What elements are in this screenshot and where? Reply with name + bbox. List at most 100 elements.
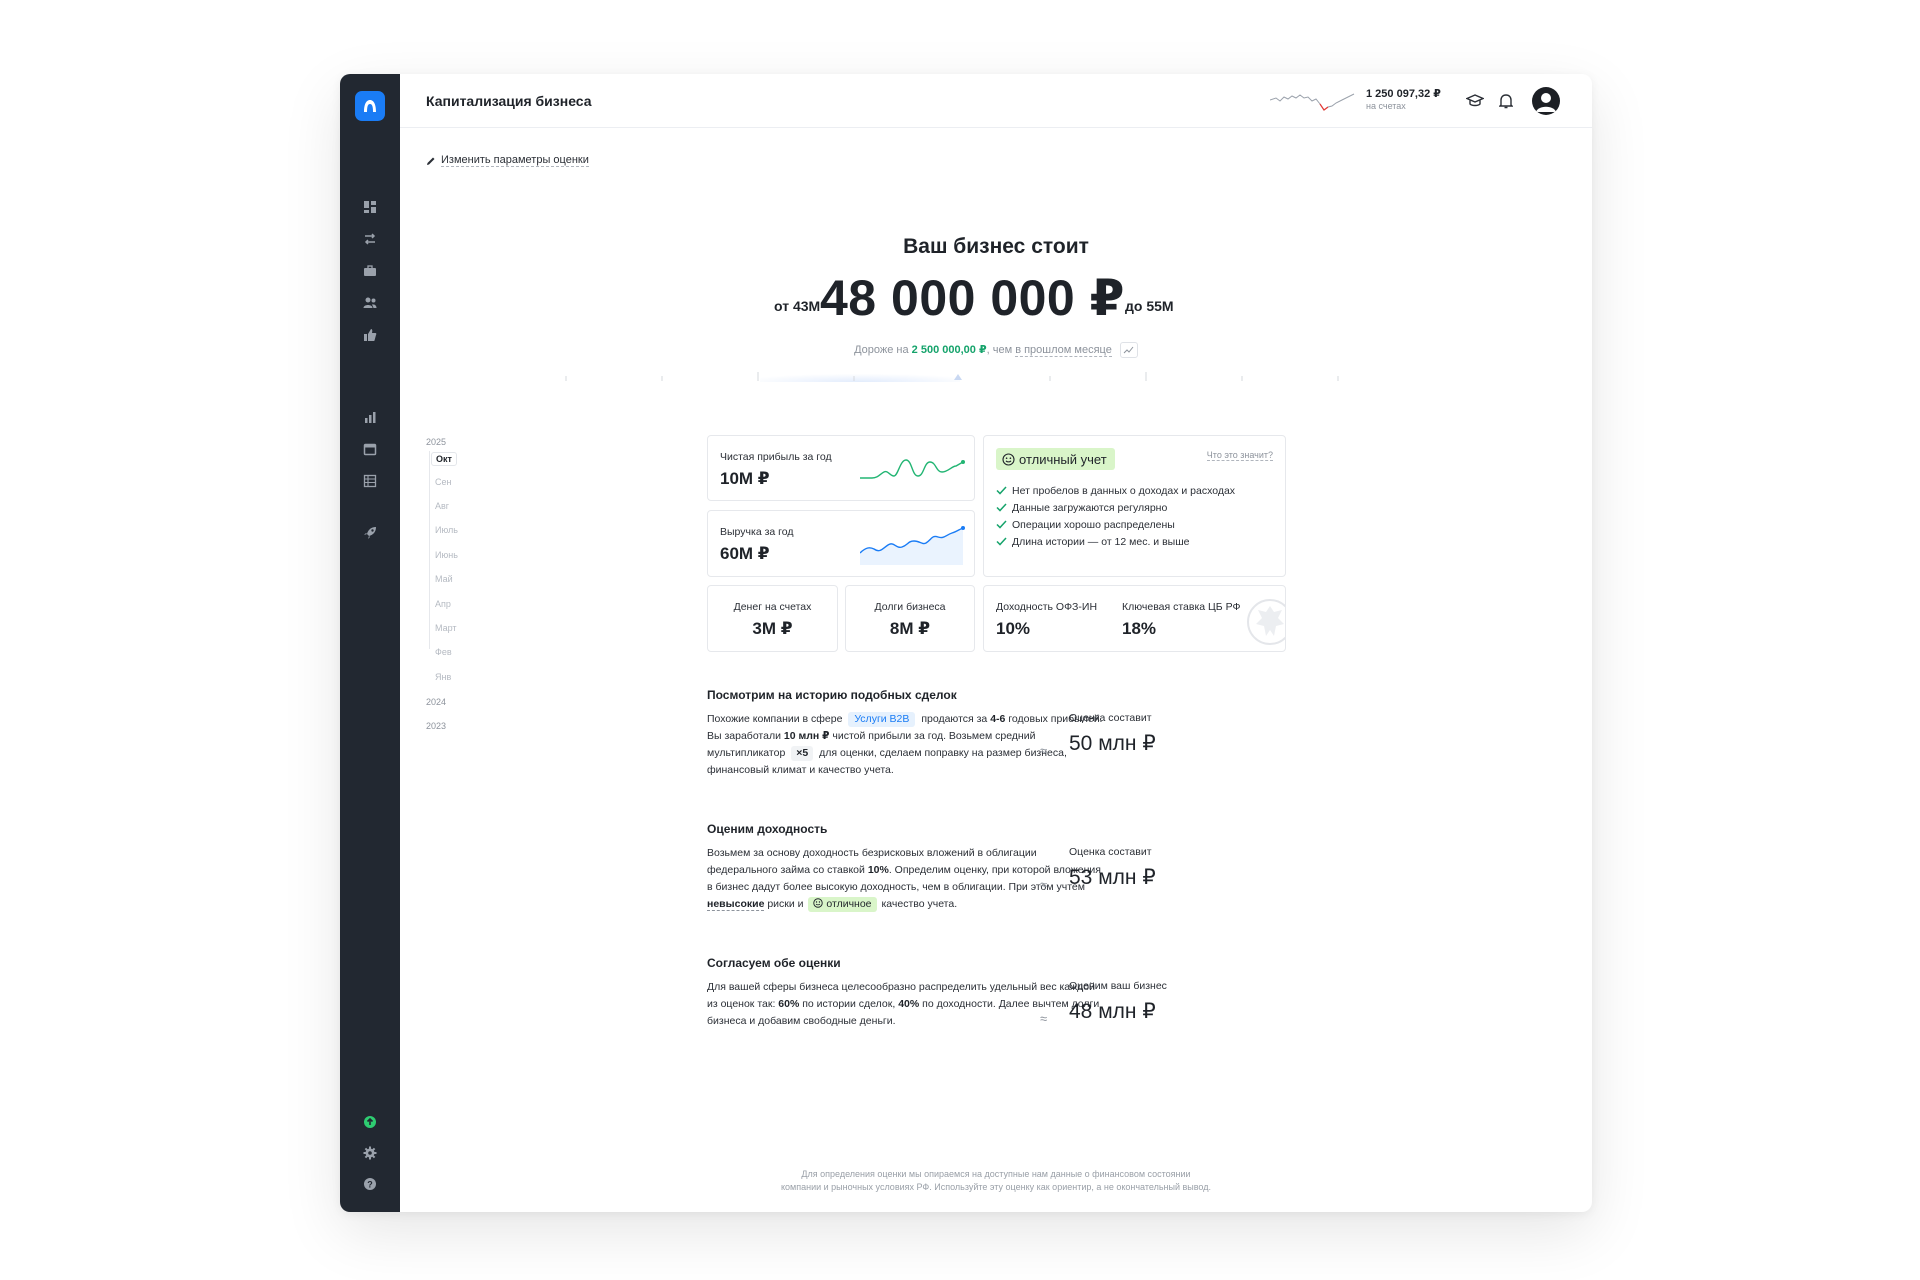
delta-mid: , чем — [986, 343, 1013, 356]
yield-section: Оценим доходность Возьмем за основу дохо… — [707, 822, 1187, 913]
check-item: Нет пробелов в данных о доходах и расход… — [996, 482, 1235, 499]
table-icon[interactable] — [361, 472, 379, 490]
bell-icon[interactable] — [1495, 90, 1517, 112]
pencil-icon — [427, 157, 435, 165]
valuation-row: от 43М 48 000 000 ₽ до 55М — [400, 269, 1592, 329]
yield-title: Оценим доходность — [707, 822, 828, 836]
check-icon — [996, 537, 1007, 546]
edit-params-link[interactable]: Изменить параметры оценки — [426, 154, 589, 167]
balance-amount[interactable]: 1 250 097,32 ₽ — [1366, 87, 1441, 100]
net-profit-value: 10М ₽ — [720, 469, 770, 488]
year-2025[interactable]: 2025 — [426, 437, 446, 447]
ofz-value: 10% — [996, 619, 1031, 638]
briefcase-icon[interactable] — [361, 262, 379, 280]
thumbs-up-icon[interactable] — [361, 326, 379, 344]
check-item: Длина истории — от 12 мес. и выше — [996, 533, 1235, 550]
net-profit-card[interactable]: Чистая прибыль за год 10М ₽ — [707, 435, 975, 501]
month-apr[interactable]: Апр — [435, 599, 451, 609]
education-icon[interactable] — [1464, 90, 1486, 112]
revenue-card[interactable]: Выручка за год 60М ₽ — [707, 510, 975, 577]
year-2023[interactable]: 2023 — [426, 721, 446, 731]
month-aug[interactable]: Авг — [435, 501, 449, 511]
what-is-it-link[interactable]: Что это значит? — [1206, 450, 1273, 461]
disclaimer-line-1: Для определения оценки мы опираемся на д… — [801, 1169, 1191, 1179]
month-jan[interactable]: Янв — [435, 672, 451, 682]
combine-title: Согласуем обе оценки — [707, 956, 841, 970]
bar-chart-icon[interactable] — [361, 408, 379, 426]
check-item: Операции хорошо распределены — [996, 516, 1235, 533]
valuation-scale[interactable] — [460, 360, 1510, 382]
smile-icon — [813, 898, 824, 908]
sidebar: ? — [340, 74, 400, 1212]
delta-prefix: Дороже на — [854, 343, 909, 356]
top-bar: Капитализация бизнеса 1 250 097,32 ₽ на … — [400, 74, 1592, 128]
key-rate-label: Ключевая ставка ЦБ РФ — [1122, 601, 1241, 613]
yield-estimate-value: 53 млн ₽ — [1069, 866, 1156, 889]
combine-section: Согласуем обе оценки Для вашей сферы биз… — [707, 956, 1187, 1030]
multiplier-tag[interactable]: ×5 — [791, 746, 814, 761]
check-item-label: Длина истории — от 12 мес. и выше — [1012, 535, 1190, 548]
check-item-label: Операции хорошо распределены — [1012, 518, 1175, 531]
delta-value: 2 500 000,00 ₽ — [911, 343, 987, 356]
deals-title: Посмотрим на историю подобных сделок — [707, 688, 957, 702]
revenue-value: 60М ₽ — [720, 544, 770, 563]
balance-sparkline[interactable] — [1270, 86, 1356, 116]
risk-level-link[interactable]: невысокие — [707, 898, 765, 911]
trend-icon — [1123, 346, 1134, 354]
check-item-label: Данные загружаются регулярно — [1012, 501, 1168, 514]
debt-card[interactable]: Долги бизнеса 8М ₽ — [845, 585, 975, 652]
combine-estimate-value: 48 млн ₽ — [1069, 1000, 1156, 1023]
net-profit-sparkline — [860, 459, 965, 479]
valuation-heading: Ваш бизнес стоит — [903, 235, 1089, 258]
rates-card[interactable]: Доходность ОФЗ-ИН 10% Ключевая ставка ЦБ… — [983, 585, 1286, 652]
app-logo[interactable] — [355, 91, 385, 121]
avatar[interactable] — [1532, 87, 1560, 115]
month-feb[interactable]: Фев — [435, 647, 452, 657]
ofz-label: Доходность ОФЗ-ИН — [996, 601, 1098, 613]
rocket-icon[interactable] — [361, 524, 379, 542]
valuation-min: от 43М — [774, 298, 821, 314]
approx-sign: ≈ — [1040, 877, 1048, 892]
balance-caption: на счетах — [1366, 101, 1406, 111]
cash-label: Денег на счетах — [733, 601, 812, 613]
calendar-icon[interactable] — [361, 440, 379, 458]
month-oct[interactable]: Окт — [431, 452, 457, 466]
yield-text-4: качество учета. — [881, 898, 958, 910]
dashboard-icon[interactable] — [361, 198, 379, 216]
disclaimer: Для определения оценки мы опираемся на д… — [400, 1168, 1592, 1194]
valuation-amount: 48 000 000 ₽ — [820, 270, 1125, 326]
help-icon[interactable]: ? — [361, 1175, 379, 1193]
transfers-icon[interactable] — [361, 230, 379, 248]
check-icon — [996, 486, 1007, 495]
yield-text-3: риски и — [767, 898, 804, 910]
yield-estimate-label: Оценка составит — [1069, 846, 1152, 858]
quality-badge: отличный учет — [996, 448, 1115, 470]
month-jul[interactable]: Июль — [435, 525, 458, 535]
combine-estimate-label: Оценим ваш бизнес — [1069, 980, 1167, 992]
month-jun[interactable]: Июнь — [435, 550, 458, 560]
month-sep[interactable]: Сен — [435, 477, 451, 487]
gear-icon[interactable] — [361, 1144, 379, 1162]
people-icon[interactable] — [361, 294, 379, 312]
smile-icon — [1002, 452, 1015, 466]
main-content: Капитализация бизнеса 1 250 097,32 ₽ на … — [400, 74, 1592, 1212]
combine-weight-deals: 60% — [778, 998, 800, 1010]
timeline-line — [429, 451, 430, 649]
debt-value: 8М ₽ — [889, 619, 931, 638]
month-may[interactable]: Май — [435, 574, 453, 584]
month-mar[interactable]: Март — [435, 623, 457, 633]
year-2024[interactable]: 2024 — [426, 697, 446, 707]
cbr-emblem-icon — [1247, 599, 1285, 645]
svg-text:?: ? — [367, 1179, 373, 1189]
industry-tag[interactable]: Услуги B2B — [848, 712, 916, 727]
quality-inline-label: отличное — [826, 898, 872, 910]
quality-inline-tag[interactable]: отличное — [808, 897, 877, 912]
trend-chart-button[interactable] — [1119, 342, 1138, 358]
cash-card[interactable]: Денег на счетах 3М ₽ — [707, 585, 838, 652]
last-month-link[interactable]: в прошлом месяце — [1015, 343, 1112, 357]
accounting-quality-card: отличный учет Что это значит? Нет пробел… — [983, 435, 1286, 577]
deals-text-2: продаются за — [921, 713, 988, 725]
upgrade-icon[interactable] — [361, 1113, 379, 1131]
quality-badge-label: отличный учет — [1019, 451, 1107, 467]
deals-section: Посмотрим на историю подобных сделок Пох… — [707, 688, 1187, 779]
